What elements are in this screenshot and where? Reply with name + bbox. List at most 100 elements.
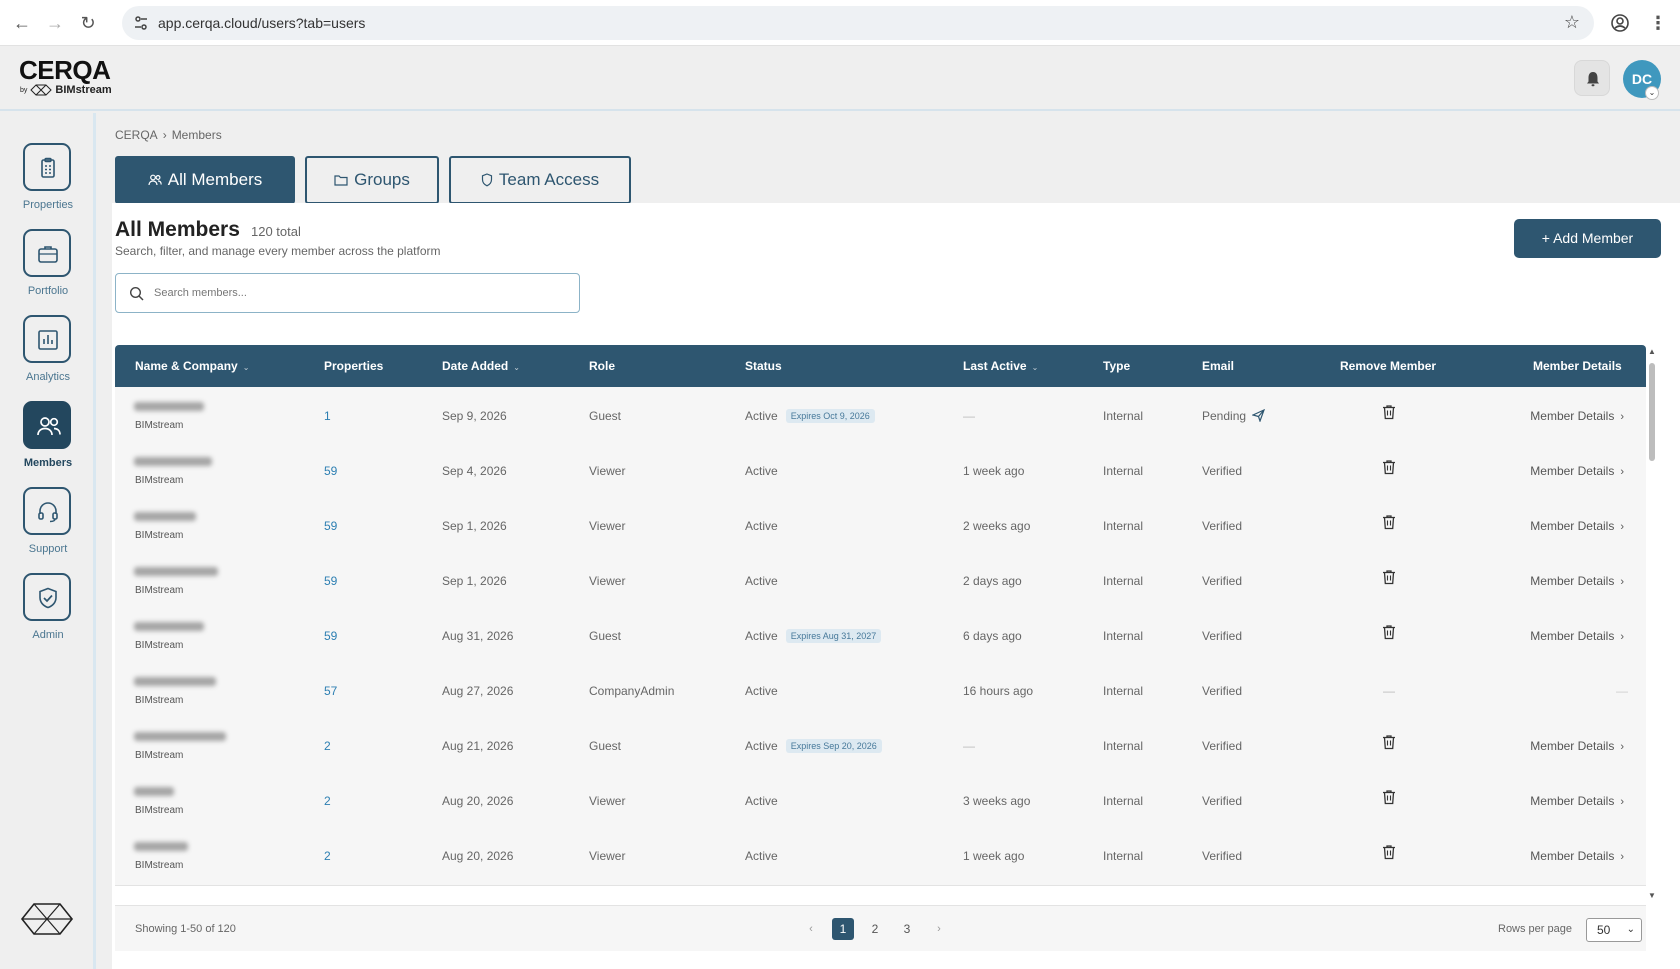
page-button-1[interactable]: 1 bbox=[832, 918, 854, 940]
member-details-link[interactable]: Member Details › bbox=[1530, 794, 1624, 808]
notifications-button[interactable] bbox=[1574, 60, 1610, 96]
column-header-last-active[interactable]: Last Active ⌄ bbox=[963, 359, 1038, 373]
trash-icon[interactable] bbox=[1382, 734, 1396, 750]
sidebar-item-support[interactable]: Support bbox=[0, 487, 96, 567]
properties-count-link[interactable]: 59 bbox=[324, 519, 337, 533]
member-role: CompanyAdmin bbox=[589, 684, 675, 698]
column-header-role: Role bbox=[589, 359, 615, 373]
sidebar-item-portfolio[interactable]: Portfolio bbox=[0, 229, 96, 309]
properties-count-link[interactable]: 2 bbox=[324, 739, 331, 753]
properties-count-link[interactable]: 59 bbox=[324, 574, 337, 588]
member-company: BIMstream bbox=[135, 750, 184, 761]
email-status-text: Verified bbox=[1202, 464, 1243, 478]
back-icon[interactable]: ← bbox=[10, 11, 34, 35]
url-text[interactable]: app.cerqa.cloud/users?tab=users bbox=[158, 15, 365, 31]
sidebar-item-properties[interactable]: Properties bbox=[0, 143, 96, 223]
column-header-label: Date Added bbox=[442, 359, 509, 373]
sidebar: Properties Portfolio Analytics Members S… bbox=[0, 113, 96, 969]
table-scrollbar[interactable]: ▲ ▼ bbox=[1647, 345, 1657, 905]
scroll-down-icon[interactable]: ▼ bbox=[1648, 891, 1656, 900]
member-details-link[interactable]: Member Details › bbox=[1530, 629, 1624, 643]
table-row: BIMstream 59 Sep 1, 2026 Viewer Active 2 days… bbox=[115, 552, 1646, 611]
email-status: Verified bbox=[1202, 794, 1242, 808]
add-member-button[interactable]: + Add Member bbox=[1514, 219, 1661, 258]
breadcrumb-item-home[interactable]: CERQA bbox=[115, 128, 158, 142]
last-active: 2 days ago bbox=[963, 574, 1022, 588]
page-button-3[interactable]: 3 bbox=[896, 918, 918, 940]
member-details-link[interactable]: Member Details › bbox=[1530, 849, 1624, 863]
sort-icon[interactable]: ⌄ bbox=[1032, 363, 1039, 372]
forward-icon[interactable]: → bbox=[43, 11, 67, 35]
trash-icon[interactable] bbox=[1382, 514, 1396, 530]
rows-per-page-label: Rows per page bbox=[1498, 923, 1572, 935]
chevron-down-icon[interactable]: ⌄ bbox=[1645, 86, 1659, 100]
site-settings-icon[interactable] bbox=[132, 14, 150, 32]
reload-icon[interactable]: ↻ bbox=[76, 11, 100, 35]
next-page-button[interactable]: › bbox=[928, 918, 950, 940]
page-button-2[interactable]: 2 bbox=[864, 918, 886, 940]
sidebar-item-admin[interactable]: Admin bbox=[0, 573, 96, 653]
sidebar-item-analytics[interactable]: Analytics bbox=[0, 315, 96, 395]
date-added: Aug 20, 2026 bbox=[442, 849, 514, 863]
prev-page-button[interactable]: ‹ bbox=[800, 918, 822, 940]
trash-icon[interactable] bbox=[1382, 789, 1396, 805]
trash-icon[interactable] bbox=[1382, 624, 1396, 640]
rows-per-page-select[interactable]: 50 ⌄ bbox=[1586, 918, 1642, 942]
sidebar-icon-button[interactable] bbox=[23, 315, 71, 363]
sidebar-icon-button[interactable] bbox=[23, 143, 71, 191]
table-row: BIMstream 57 Aug 27, 2026 CompanyAdmin Activ… bbox=[115, 662, 1646, 721]
expires-badge: Expires Aug 31, 2027 bbox=[785, 629, 882, 643]
users-icon bbox=[148, 174, 162, 186]
column-header-name[interactable]: Name & Company ⌄ bbox=[135, 359, 249, 373]
browser-toolbar: ← → ↻ app.cerqa.cloud/users?tab=users ☆ … bbox=[0, 0, 1680, 46]
send-invite-icon[interactable] bbox=[1251, 408, 1266, 423]
column-header-remove-member: Remove Member bbox=[1340, 359, 1436, 373]
browser-menu-icon[interactable]: ⋮ bbox=[1646, 11, 1670, 35]
scroll-up-icon[interactable]: ▲ bbox=[1648, 347, 1656, 356]
properties-count-link[interactable]: 59 bbox=[324, 464, 337, 478]
email-status: Verified bbox=[1202, 629, 1242, 643]
date-added: Aug 27, 2026 bbox=[442, 684, 514, 698]
last-active: 1 week ago bbox=[963, 849, 1025, 863]
properties-count-link[interactable]: 2 bbox=[324, 849, 331, 863]
chevron-down-icon: ⌄ bbox=[1626, 924, 1635, 935]
trash-icon[interactable] bbox=[1382, 844, 1396, 860]
member-status: Active Expires Oct 9, 2026 bbox=[745, 409, 875, 423]
properties-count-link[interactable]: 59 bbox=[324, 629, 337, 643]
address-bar[interactable]: app.cerqa.cloud/users?tab=users ☆ bbox=[122, 6, 1594, 40]
tab-groups[interactable]: Groups bbox=[305, 156, 439, 204]
logo[interactable]: CERQA bbox=[19, 55, 111, 86]
sort-icon[interactable]: ⌄ bbox=[513, 363, 520, 372]
member-details-link[interactable]: Member Details › bbox=[1530, 519, 1624, 533]
trash-icon[interactable] bbox=[1382, 459, 1396, 475]
member-details-link[interactable]: Member Details › bbox=[1530, 409, 1624, 423]
bookmark-star-icon[interactable]: ☆ bbox=[1564, 12, 1580, 33]
showing-count: Showing 1-50 of 120 bbox=[135, 923, 236, 935]
properties-count-link[interactable]: 57 bbox=[324, 684, 337, 698]
column-header-date-added[interactable]: Date Added ⌄ bbox=[442, 359, 520, 373]
member-details-link[interactable]: Member Details › bbox=[1530, 464, 1624, 478]
sort-icon[interactable]: ⌄ bbox=[243, 363, 250, 372]
briefcase-icon bbox=[38, 246, 58, 263]
sidebar-icon-button[interactable] bbox=[23, 487, 71, 535]
trash-icon[interactable] bbox=[1382, 404, 1396, 420]
sidebar-item-members[interactable]: Members bbox=[0, 401, 96, 481]
scroll-thumb[interactable] bbox=[1649, 363, 1655, 461]
member-details-label: Member Details bbox=[1530, 409, 1615, 423]
profile-icon[interactable] bbox=[1610, 13, 1630, 33]
email-status-text: Verified bbox=[1202, 574, 1243, 588]
properties-count-link[interactable]: 1 bbox=[324, 409, 331, 423]
search-input[interactable] bbox=[154, 283, 554, 303]
tab-team-access[interactable]: Team Access bbox=[449, 156, 631, 204]
member-count: 120 total bbox=[251, 224, 301, 239]
member-details-link[interactable]: Member Details › bbox=[1530, 739, 1624, 753]
sidebar-icon-button[interactable] bbox=[23, 573, 71, 621]
trash-icon[interactable] bbox=[1382, 569, 1396, 585]
sidebar-icon-button[interactable] bbox=[23, 401, 71, 449]
sidebar-icon-button[interactable] bbox=[23, 229, 71, 277]
properties-count-link[interactable]: 2 bbox=[324, 794, 331, 808]
tab-all-members[interactable]: All Members bbox=[115, 156, 295, 204]
tab-label: Groups bbox=[354, 170, 410, 189]
member-details-label: Member Details bbox=[1530, 629, 1615, 643]
member-details-link[interactable]: Member Details › bbox=[1530, 574, 1624, 588]
